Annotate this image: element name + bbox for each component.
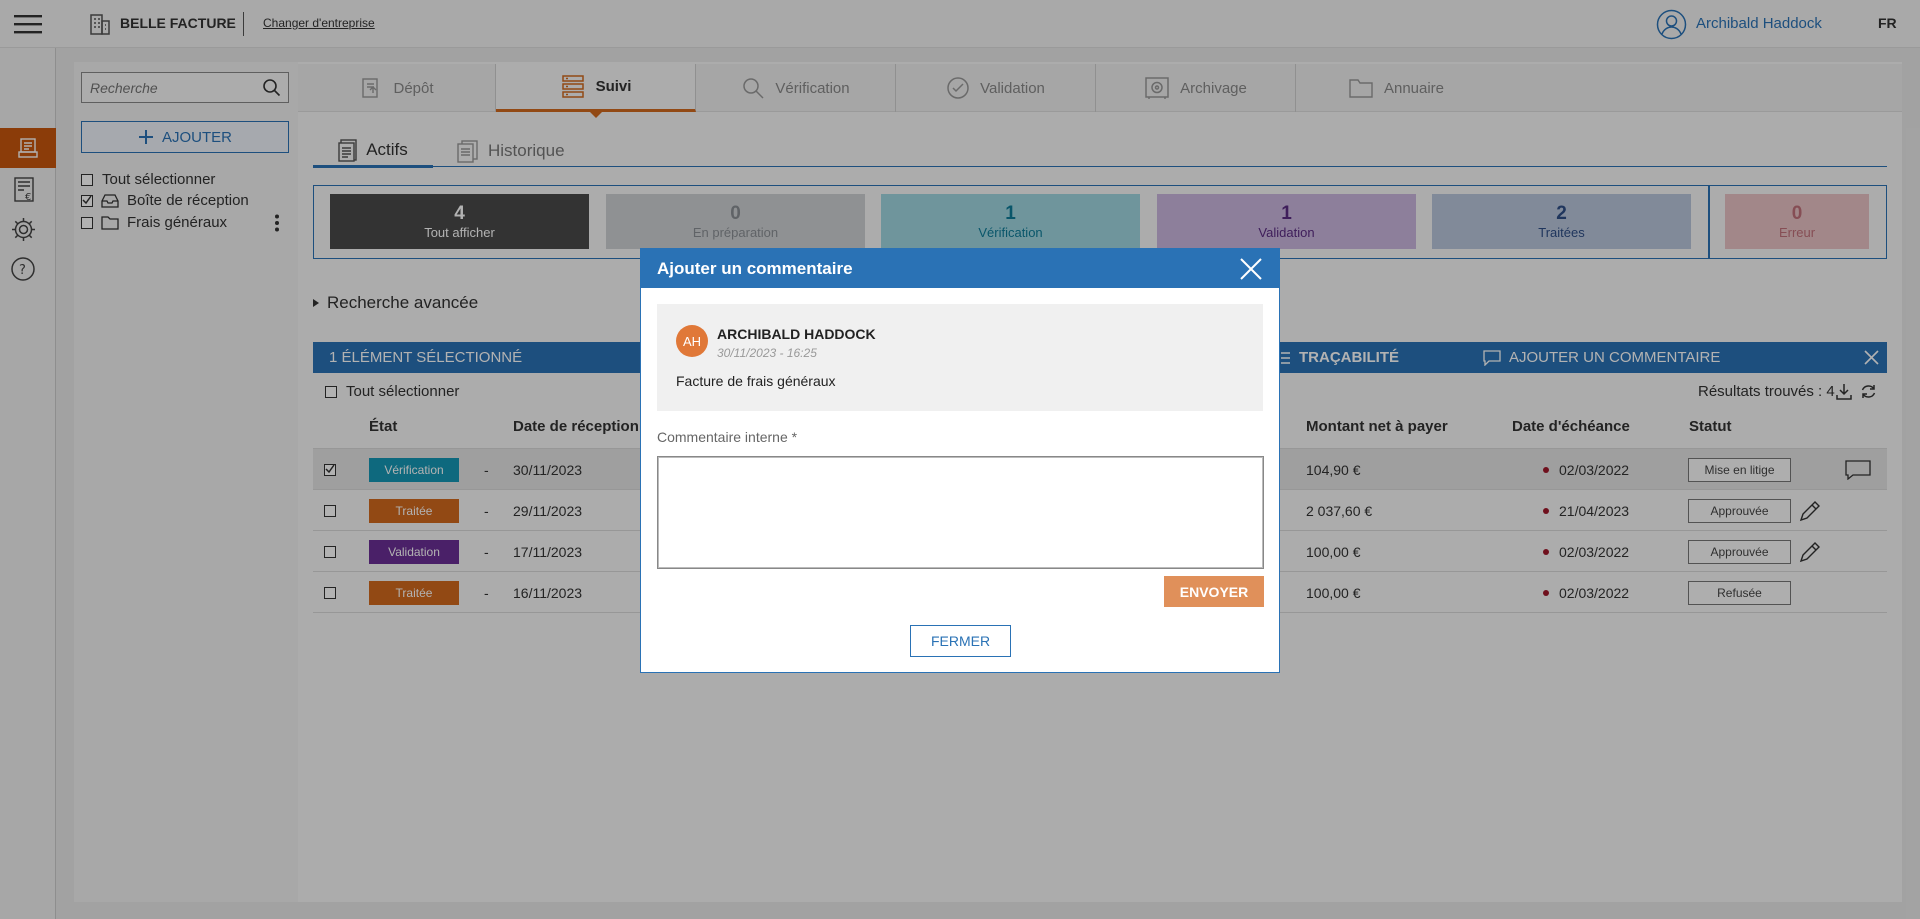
close-button[interactable]: FERMER: [910, 625, 1011, 657]
comment-datetime: 30/11/2023 - 16:25: [717, 346, 817, 360]
dialog-title: Ajouter un commentaire: [657, 259, 853, 278]
close-icon[interactable]: [1239, 257, 1263, 281]
close-label: FERMER: [930, 633, 991, 649]
send-button[interactable]: ENVOYER: [1164, 576, 1264, 607]
field-label: Commentaire interne *: [657, 429, 798, 445]
dialog-header: Ajouter un commentaire: [641, 249, 1279, 288]
comment-author: ARCHIBALD HADDOCK: [717, 326, 876, 342]
send-label: ENVOYER: [1179, 583, 1249, 600]
add-comment-dialog: Ajouter un commentaire AH ARCHIBALD HADD…: [640, 248, 1280, 673]
comment-textarea[interactable]: [657, 456, 1264, 569]
existing-comment: AH ARCHIBALD HADDOCK 30/11/2023 - 16:25 …: [657, 304, 1263, 411]
avatar: AH: [676, 325, 708, 357]
avatar-initials: AH: [682, 333, 702, 349]
comment-text: Facture de frais généraux: [676, 373, 836, 389]
